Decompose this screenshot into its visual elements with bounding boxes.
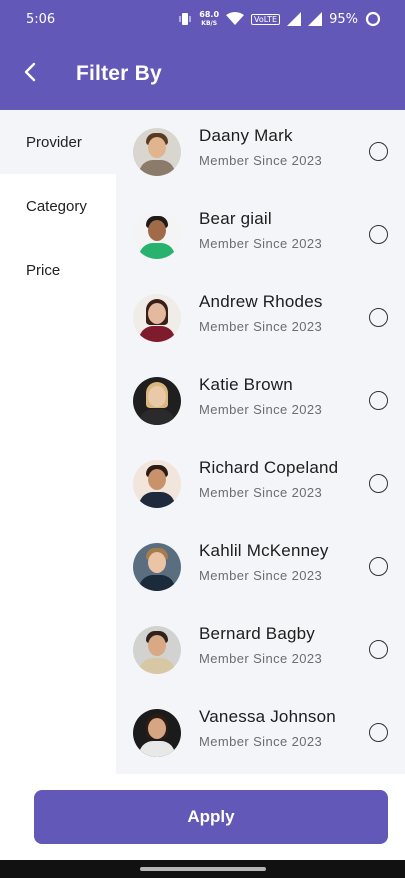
provider-name: Andrew Rhodes bbox=[199, 292, 323, 311]
provider-radio[interactable] bbox=[369, 557, 388, 576]
status-icons: 68.0 KB/S VoLTE 95% bbox=[178, 9, 381, 28]
provider-row[interactable]: Bernard Bagby Member Since 2023 bbox=[116, 608, 405, 691]
provider-row[interactable]: Andrew Rhodes Member Since 2023 bbox=[116, 276, 405, 359]
provider-row[interactable]: Bear giail Member Since 2023 bbox=[116, 193, 405, 276]
signal-icon-1 bbox=[287, 12, 302, 26]
member-since: Member Since 2023 bbox=[199, 236, 323, 251]
provider-name: Daany Mark bbox=[199, 126, 293, 145]
page-title: Filter By bbox=[76, 62, 162, 85]
provider-name: Katie Brown bbox=[199, 375, 293, 394]
provider-name: Vanessa Johnson bbox=[199, 707, 336, 726]
status-time: 5:06 bbox=[26, 11, 56, 27]
provider-name: Bear giail bbox=[199, 209, 272, 228]
sidebar-item-label: Price bbox=[26, 261, 61, 279]
volte-badge: VoLTE bbox=[251, 13, 281, 25]
battery-ring-icon bbox=[365, 11, 381, 27]
sidebar-item-label: Category bbox=[26, 197, 87, 215]
avatar bbox=[133, 542, 181, 591]
avatar bbox=[133, 625, 181, 674]
avatar bbox=[133, 708, 181, 757]
member-since: Member Since 2023 bbox=[199, 734, 323, 749]
member-since: Member Since 2023 bbox=[199, 651, 323, 666]
provider-radio[interactable] bbox=[369, 640, 388, 659]
provider-radio[interactable] bbox=[369, 391, 388, 410]
provider-radio[interactable] bbox=[369, 142, 388, 161]
net-speed-unit: KB/S bbox=[201, 19, 218, 27]
app-bar: Filter By bbox=[0, 38, 405, 110]
filter-sidebar: Provider Category Price bbox=[0, 110, 116, 774]
provider-name: Bernard Bagby bbox=[199, 624, 316, 643]
provider-list: Daany Mark Member Since 2023 Bear giail … bbox=[116, 110, 405, 774]
bottom-bar: Apply bbox=[0, 774, 405, 860]
provider-radio[interactable] bbox=[369, 308, 388, 327]
net-speed: 68.0 KB/S bbox=[199, 9, 220, 28]
provider-row[interactable]: Katie Brown Member Since 2023 bbox=[116, 359, 405, 442]
provider-name: Kahlil McKenney bbox=[199, 541, 329, 560]
provider-name: Richard Copeland bbox=[199, 458, 339, 477]
provider-row[interactable]: Vanessa Johnson Member Since 2023 bbox=[116, 691, 405, 774]
sidebar-item-provider[interactable]: Provider bbox=[0, 110, 116, 174]
signal-icon-2 bbox=[308, 12, 323, 26]
wifi-icon bbox=[226, 12, 245, 26]
back-button[interactable] bbox=[0, 38, 60, 110]
net-speed-value: 68.0 bbox=[199, 9, 220, 19]
member-since: Member Since 2023 bbox=[199, 568, 323, 583]
status-bar: 5:06 68.0 KB/S VoLTE 95% bbox=[0, 0, 405, 38]
member-since: Member Since 2023 bbox=[199, 319, 323, 334]
vibrate-icon bbox=[178, 12, 192, 26]
provider-radio[interactable] bbox=[369, 225, 388, 244]
provider-radio[interactable] bbox=[369, 474, 388, 493]
sidebar-item-category[interactable]: Category bbox=[0, 174, 116, 238]
avatar bbox=[133, 127, 181, 176]
sidebar-item-label: Provider bbox=[26, 133, 82, 151]
provider-radio[interactable] bbox=[369, 723, 388, 742]
member-since: Member Since 2023 bbox=[199, 153, 323, 168]
member-since: Member Since 2023 bbox=[199, 485, 323, 500]
avatar bbox=[133, 459, 181, 508]
provider-row[interactable]: Kahlil McKenney Member Since 2023 bbox=[116, 525, 405, 608]
provider-row[interactable]: Richard Copeland Member Since 2023 bbox=[116, 442, 405, 525]
provider-row[interactable]: Daany Mark Member Since 2023 bbox=[116, 110, 405, 193]
system-nav-bar bbox=[0, 860, 405, 878]
avatar bbox=[133, 210, 181, 259]
avatar bbox=[133, 293, 181, 342]
gesture-handle[interactable] bbox=[140, 867, 266, 871]
apply-button[interactable]: Apply bbox=[34, 790, 388, 844]
filter-content: Provider Category Price Daany Mark Membe… bbox=[0, 110, 405, 774]
avatar bbox=[133, 376, 181, 425]
battery-percent: 95% bbox=[329, 11, 358, 27]
arrow-left-icon bbox=[23, 62, 37, 86]
member-since: Member Since 2023 bbox=[199, 402, 323, 417]
sidebar-item-price[interactable]: Price bbox=[0, 238, 116, 302]
